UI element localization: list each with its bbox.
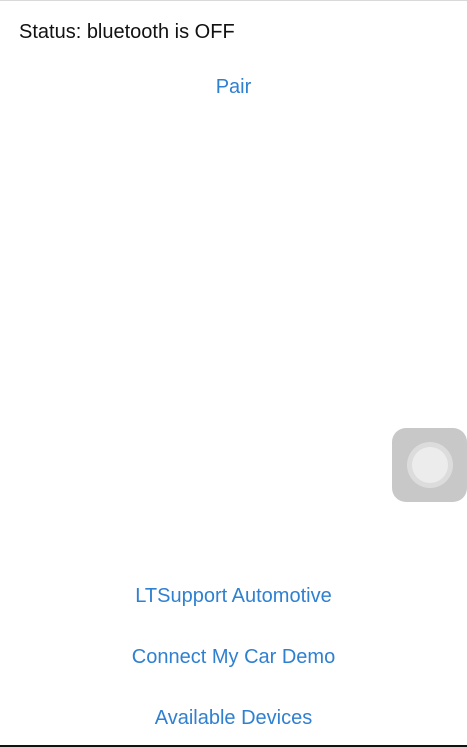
assistive-touch-icon-core <box>412 447 448 483</box>
ltsupport-automotive-button[interactable]: LTSupport Automotive <box>0 585 467 608</box>
app-screen: Status: bluetooth is OFF Pair LTSupport … <box>0 0 467 747</box>
connect-my-car-demo-button[interactable]: Connect My Car Demo <box>0 646 467 669</box>
assistive-touch-button[interactable] <box>392 428 467 502</box>
pair-button[interactable]: Pair <box>0 76 467 99</box>
available-devices-button[interactable]: Available Devices <box>0 707 467 730</box>
bluetooth-status-label: Status: bluetooth is OFF <box>19 21 235 43</box>
